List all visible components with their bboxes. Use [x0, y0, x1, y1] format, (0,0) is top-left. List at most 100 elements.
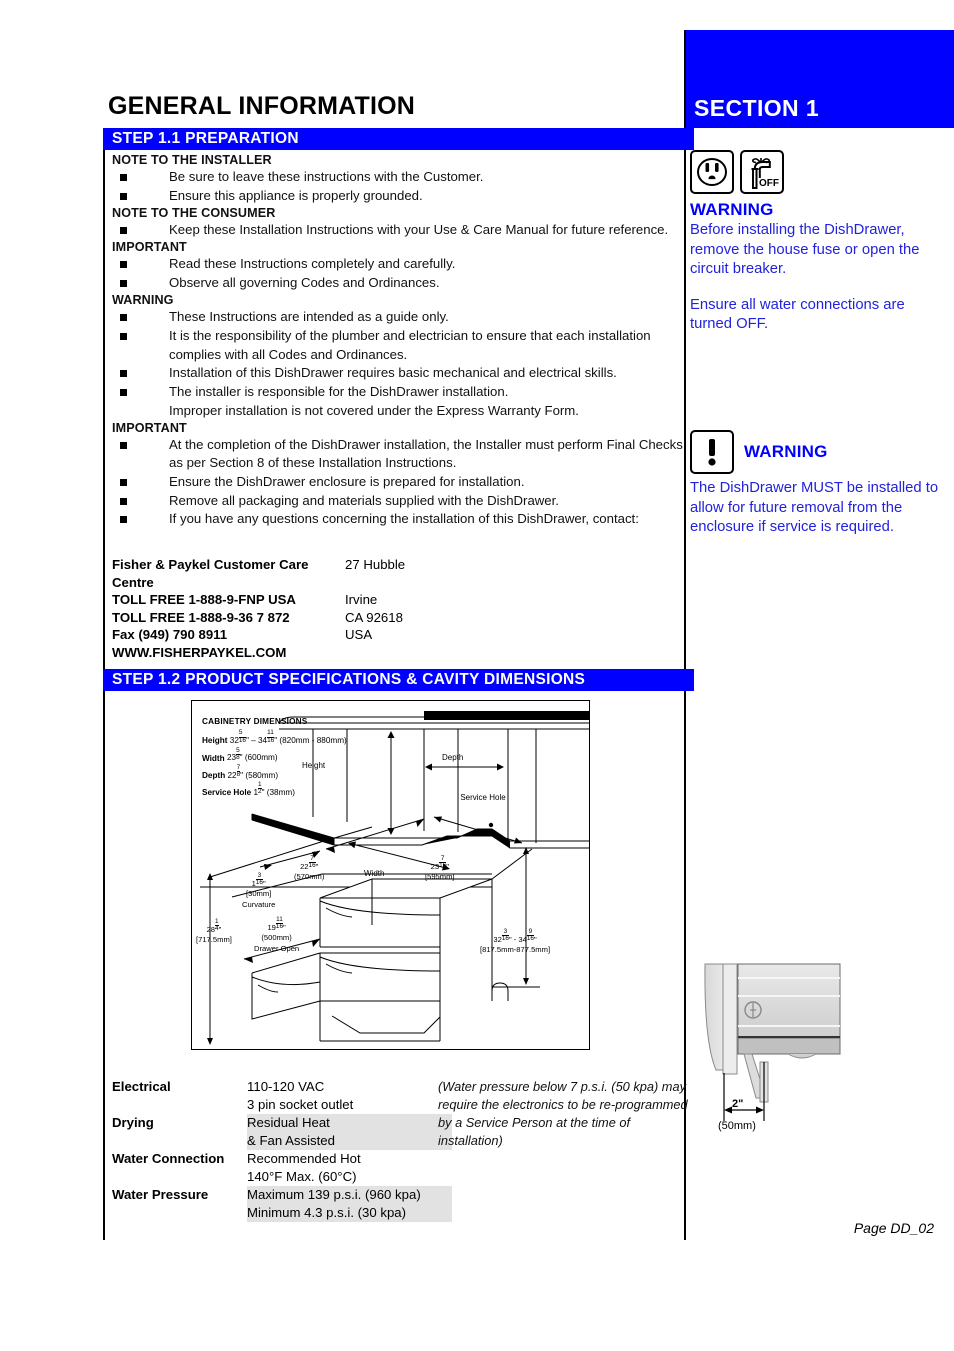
- heading-note-installer: NOTE TO THE INSTALLER: [112, 153, 272, 167]
- dim-value: 22: [300, 861, 309, 871]
- contact-left: Fisher & Paykel Customer Care Centre: [112, 557, 309, 590]
- dim-den: 4: [215, 925, 219, 933]
- list-item-text: Ensure this appliance is properly ground…: [169, 187, 423, 203]
- list-item: If you have any questions concerning the…: [112, 510, 684, 528]
- list-item: The installer is responsible for the Dis…: [112, 383, 684, 401]
- list-item-text: Read these Instructions completely and c…: [169, 256, 456, 272]
- bullet-square-icon: [120, 516, 127, 524]
- dim-metric: (500mm): [261, 933, 292, 943]
- spec-value-line: 3 pin socket outlet: [247, 1097, 354, 1112]
- appliance-illustration: 2" (50mm): [698, 958, 898, 1198]
- dim-value: 32: [493, 934, 502, 944]
- contact-row: WWW.FISHERPAYKEL.COM: [112, 644, 632, 662]
- warning-2-title: WARNING: [744, 442, 828, 461]
- dim-curvature: 1 3 16 " [30mm] Curvature: [242, 872, 276, 909]
- step-1-2-heading: STEP 1.2 PRODUCT SPECIFICATIONS & CAVITY…: [103, 669, 694, 691]
- dim-note: Curvature: [242, 899, 276, 909]
- list-warning: These Instructions are intended as a gui…: [112, 308, 684, 401]
- list-item-text: These Instructions are intended as a gui…: [169, 309, 449, 325]
- appliance-dim-inches: 2": [732, 1098, 744, 1110]
- list-item-text: Ensure the DishDrawer enclosure is prepa…: [169, 473, 525, 489]
- spec-value: Residual Heat & Fan Assisted: [247, 1114, 452, 1150]
- heading-important-1: IMPORTANT: [112, 240, 187, 255]
- contact-row: TOLL FREE 1-888-9-36 7 872 CA 92618: [112, 609, 632, 627]
- sidebar-warning-1: OFF WARNING Before installing the DishDr…: [690, 150, 948, 335]
- contact-row: Fax (949) 790 8911 USA: [112, 626, 632, 644]
- list-item: Keep these Installation Instructions wit…: [112, 221, 684, 239]
- step-1-1-heading: STEP 1.1 PREPARATION: [103, 128, 694, 150]
- dim-overall-height: 28 1 4 " [717.5mm]: [196, 918, 232, 945]
- spec-key: Water Pressure: [112, 1187, 209, 1202]
- dim-den: 16: [308, 862, 316, 870]
- section-banner: SECTION 1: [685, 30, 954, 128]
- spec-key: Drying: [112, 1115, 154, 1130]
- dim-den: 16: [526, 935, 534, 943]
- product-specifications-table: Electrical 110-120 VAC 3 pin socket outl…: [112, 1078, 452, 1222]
- contact-right: 27 Hubble: [345, 557, 406, 572]
- list-item: Be sure to leave these instructions with…: [112, 168, 684, 186]
- contact-block: Fisher & Paykel Customer Care Centre 27 …: [112, 556, 632, 662]
- dishdrawer-side-view-icon: [704, 963, 841, 1121]
- bullet-square-icon: [120, 389, 127, 397]
- dim-note: Drawer Open: [254, 943, 300, 953]
- spec-value: 110-120 VAC 3 pin socket outlet: [247, 1078, 452, 1114]
- list-important-1: Read these Instructions completely and c…: [112, 255, 684, 292]
- dim-value: 34: [518, 934, 527, 944]
- bullet-square-icon: [120, 333, 127, 341]
- tap-off-label: OFF: [758, 178, 780, 189]
- dim-metric: (570mm): [294, 872, 325, 882]
- list-item: Observe all governing Codes and Ordinanc…: [112, 274, 684, 292]
- heading-warning: WARNING: [112, 293, 174, 308]
- list-item: Read these Instructions completely and c…: [112, 255, 684, 273]
- list-important-2: At the completion of the DishDrawer inst…: [112, 436, 684, 529]
- list-item: Ensure the DishDrawer enclosure is prepa…: [112, 473, 684, 491]
- warning-continuation-text: Improper installation is not covered und…: [169, 403, 579, 419]
- bullet-square-icon: [120, 192, 127, 200]
- exclamation-icon: [690, 430, 734, 474]
- dim-den: 16: [275, 923, 284, 931]
- list-item: Remove all packaging and materials suppl…: [112, 492, 684, 510]
- list-item-text: Keep these Installation Instructions wit…: [169, 222, 669, 238]
- dim-value: 23: [430, 861, 440, 871]
- dim-value: 28: [206, 924, 216, 934]
- spec-value: Recommended Hot 140°F Max. (60°C): [247, 1150, 452, 1186]
- bullet-square-icon: [120, 441, 127, 449]
- list-item: Ensure this appliance is properly ground…: [112, 187, 684, 205]
- sidebar-warning-2: WARNING The DishDrawer MUST be installed…: [690, 430, 948, 538]
- contact-left: TOLL FREE 1-888-9-FNP USA: [112, 592, 296, 608]
- page-root: SECTION 1 GENERAL INFORMATION STEP 1.1 P…: [0, 0, 954, 1351]
- water-tap-off-icon: OFF: [740, 150, 784, 194]
- list-item-text: At the completion of the DishDrawer inst…: [169, 436, 683, 471]
- list-item: At the completion of the DishDrawer inst…: [112, 436, 684, 473]
- bullet-square-icon: [120, 370, 127, 378]
- heading-important-2: IMPORTANT: [112, 420, 187, 435]
- contact-right: USA: [345, 627, 373, 643]
- spec-row-electrical: Electrical 110-120 VAC 3 pin socket outl…: [112, 1078, 452, 1114]
- list-item-text: Installation of this DishDrawer requires…: [169, 365, 617, 381]
- list-item: Installation of this DishDrawer requires…: [112, 364, 684, 382]
- spec-value-line: & Fan Assisted: [247, 1133, 335, 1148]
- warning-1-paragraph-1: Before installing the DishDrawer, remove…: [690, 222, 920, 277]
- spec-value-line: 140°F Max. (60°C): [247, 1169, 357, 1184]
- bullet-square-icon: [120, 227, 127, 235]
- dim-metric: [30mm]: [246, 889, 272, 899]
- cavity-dimensions-diagram: CABINETRY DIMENSIONS Height 32 5 16 " – 34 1…: [191, 700, 590, 1050]
- list-note-installer: Be sure to leave these instructions with…: [112, 168, 684, 205]
- spec-row-water-pressure: Water Pressure Maximum 139 p.s.i. (960 k…: [112, 1186, 452, 1222]
- spec-row-water-connection: Water Connection Recommended Hot 140°F M…: [112, 1150, 452, 1186]
- step-1-1-label: STEP 1.1 PREPARATION: [112, 130, 299, 147]
- spec-value-line: Residual Heat: [247, 1115, 330, 1130]
- list-item-text: Remove all packaging and materials suppl…: [169, 492, 559, 508]
- dim-metric: [817.5mm-877.5mm]: [480, 945, 551, 955]
- contact-row: TOLL FREE 1-888-9-FNP USA Irvine: [112, 591, 632, 609]
- bullet-square-icon: [120, 314, 127, 322]
- spec-value-line: 110-120 VAC: [247, 1079, 325, 1094]
- dim-den: 16: [255, 879, 263, 887]
- spec-key: Electrical: [112, 1079, 171, 1094]
- power-outlet-icon: [690, 150, 734, 194]
- water-pressure-note: (Water pressure below 7 p.s.i. (50 kpa) …: [438, 1079, 688, 1148]
- contact-right: Irvine: [345, 592, 378, 608]
- dim-den: 16: [439, 862, 447, 870]
- warning-1-paragraph-2: Ensure all water connections are turned …: [690, 296, 905, 333]
- warning-1-title: WARNING: [690, 200, 774, 219]
